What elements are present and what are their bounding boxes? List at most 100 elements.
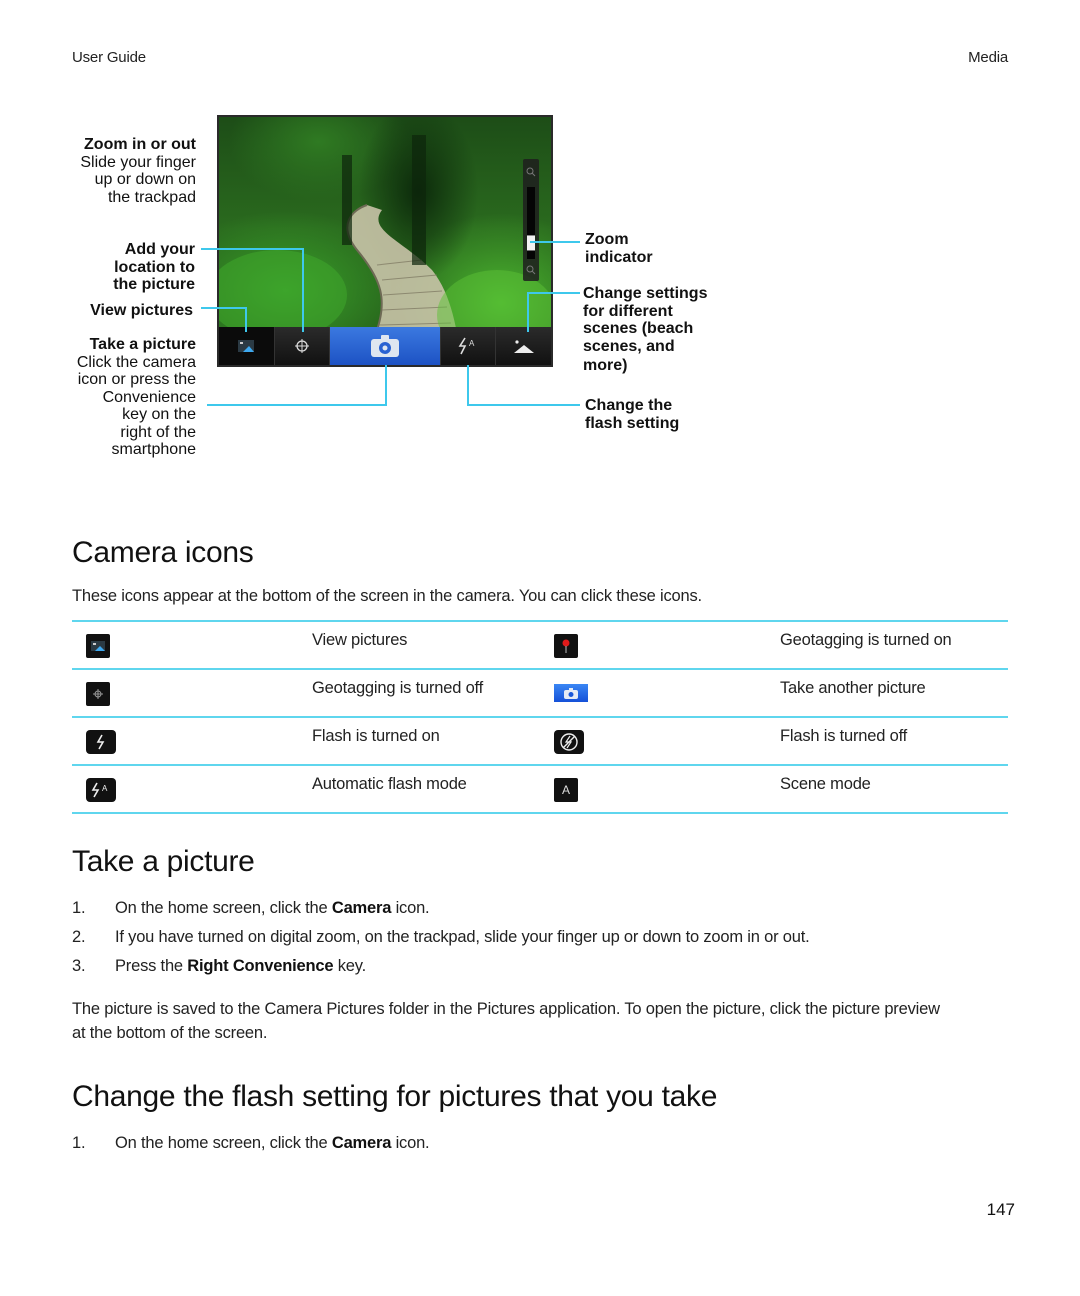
camera-icons-intro: These icons appear at the bottom of the … xyxy=(72,587,702,605)
take-picture-steps: 1. On the home screen, click the Camera … xyxy=(72,899,1012,986)
list-item: 1. On the home screen, click the Camera … xyxy=(72,899,1012,928)
callout-scene-1: Change settings xyxy=(583,285,708,302)
step-text-bold: Right Convenience xyxy=(187,957,334,975)
step-number: 1. xyxy=(72,1134,86,1152)
callout-zoom-desc-2: up or down on xyxy=(94,171,196,188)
step-number: 3. xyxy=(72,957,86,975)
scene-mode-icon xyxy=(513,340,534,353)
callout-flash-1: Change the xyxy=(585,397,673,414)
list-item: 1. On the home screen, click the Camera … xyxy=(72,1134,1012,1163)
table-cell-label: View pictures xyxy=(312,631,408,649)
table-cell-label: Flash is turned on xyxy=(312,727,440,745)
view-pictures-icon xyxy=(86,634,110,658)
toolbar-view-pictures-button[interactable] xyxy=(219,327,275,365)
callout-scene-3: scenes (beach xyxy=(583,320,694,337)
toolbar-geotag-button[interactable] xyxy=(275,327,331,365)
leader-line-flash xyxy=(467,404,580,406)
callout-zoom-indicator: Zoom indicator xyxy=(585,231,653,266)
callout-location-1: Add your xyxy=(124,241,195,258)
callout-take-picture: Take a picture Click the camera icon or … xyxy=(0,336,196,459)
callout-flash: Change the flash setting xyxy=(585,397,679,432)
callout-zoom-title: Zoom in or out xyxy=(84,136,196,153)
leader-line-flash-v xyxy=(467,365,469,406)
toolbar-scene-button[interactable] xyxy=(496,327,551,365)
geotag-off-icon xyxy=(86,682,110,706)
step-text-pre: On the home screen, click the xyxy=(115,1134,332,1152)
leader-line-zoom-indicator xyxy=(530,241,580,243)
step-text-bold: Camera xyxy=(331,899,392,917)
flash-auto-icon: A xyxy=(458,337,475,355)
step-text: On the home screen, click the Camera ico… xyxy=(115,1134,430,1153)
zoom-indicator xyxy=(523,159,539,281)
step-text-post: icon. xyxy=(391,1134,430,1152)
callout-zoom-desc-1: Slide your finger xyxy=(80,153,196,171)
callout-zoom-indicator-1: Zoom xyxy=(585,231,629,248)
callout-zoom-indicator-2: indicator xyxy=(585,248,653,266)
table-row: Geotagging is turned off Take another pi… xyxy=(72,668,1008,716)
callout-location-2: location to xyxy=(114,258,195,276)
flash-auto-icon: A xyxy=(86,778,116,802)
leader-line-view-v xyxy=(245,307,247,332)
callout-scene-2: for different xyxy=(583,302,673,320)
table-cell-label: Geotagging is turned off xyxy=(312,679,484,697)
take-picture-note-line-2: at the bottom of the screen. xyxy=(72,1024,268,1042)
leader-line-scene-v xyxy=(527,292,529,332)
callout-take-desc-5: right of the xyxy=(120,423,196,441)
camera-screen-photo: A xyxy=(217,115,553,367)
scene-mode-letter: A xyxy=(561,783,570,797)
callout-location: Add your location to the picture xyxy=(0,241,195,294)
callout-location-3: the picture xyxy=(113,276,195,293)
callout-take-desc-1: Click the camera xyxy=(76,353,196,371)
leader-line-location-v xyxy=(302,248,304,332)
flash-on-icon xyxy=(86,730,116,754)
flash-auto-letter: A xyxy=(469,339,475,348)
view-pictures-icon xyxy=(238,340,255,352)
section-title-change-flash: Change the flash setting for pictures th… xyxy=(72,1080,718,1113)
callout-zoom-desc-3: the trackpad xyxy=(107,188,196,206)
leader-line-view xyxy=(201,307,246,309)
camera-toolbar: A xyxy=(219,327,551,365)
leader-line-take xyxy=(207,404,387,406)
table-cell-label: Geotagging is turned on xyxy=(780,631,952,649)
callout-take-desc-2: icon or press the xyxy=(77,371,196,388)
step-text: Press the Right Convenience key. xyxy=(115,957,366,976)
page-number: 147 xyxy=(986,1200,1015,1219)
table-cell-label: Take another picture xyxy=(780,679,926,697)
callout-take-desc-6: smartphone xyxy=(111,441,197,458)
section-title-camera-icons: Camera icons xyxy=(72,536,254,569)
table-row: View pictures Geotagging is turned on xyxy=(72,620,1008,668)
running-header-title: User Guide xyxy=(72,49,146,66)
step-text-bold: Camera xyxy=(331,1134,392,1152)
take-picture-icon xyxy=(554,684,588,702)
callout-zoom: Zoom in or out Slide your finger up or d… xyxy=(0,136,196,206)
geotag-crosshair-icon xyxy=(295,339,309,353)
step-text: On the home screen, click the Camera ico… xyxy=(115,899,430,918)
toolbar-take-picture-button[interactable] xyxy=(330,327,441,365)
callout-flash-2: flash setting xyxy=(585,414,680,432)
table-row: Flash is turned on Flash is turned off xyxy=(72,716,1008,764)
leader-line-location xyxy=(201,248,303,250)
callout-view-pictures: View pictures xyxy=(90,302,193,319)
callout-take-desc-3: Convenience xyxy=(102,388,196,406)
table-cell-label: Automatic flash mode xyxy=(312,775,467,793)
callout-scene-5: more) xyxy=(583,357,628,374)
take-picture-note: The picture is saved to the Camera Pictu… xyxy=(72,997,1022,1045)
step-text: If you have turned on digital zoom, on t… xyxy=(115,928,810,947)
step-text-post: icon. xyxy=(391,899,430,917)
change-flash-steps: 1. On the home screen, click the Camera … xyxy=(72,1134,1012,1163)
geotag-on-pin-icon xyxy=(554,634,578,658)
step-text-pre: If you have turned on digital zoom, on t… xyxy=(115,928,810,946)
list-item: 2. If you have turned on digital zoom, o… xyxy=(72,928,1012,957)
running-header-section: Media xyxy=(968,49,1008,66)
callout-take-desc-4: key on the xyxy=(122,406,196,423)
camera-icons-table: View pictures Geotagging is turned on Ge… xyxy=(72,620,1008,814)
flash-auto-letter: A xyxy=(102,784,108,793)
leader-line-take-v xyxy=(385,365,387,406)
camera-icon xyxy=(371,335,399,357)
callout-scene-4: scenes, and xyxy=(583,337,675,355)
zoom-indicator-graphic xyxy=(526,167,536,275)
toolbar-flash-button[interactable]: A xyxy=(441,327,497,365)
step-number: 2. xyxy=(72,928,86,946)
step-number: 1. xyxy=(72,899,86,917)
leader-line-scene xyxy=(527,292,580,294)
